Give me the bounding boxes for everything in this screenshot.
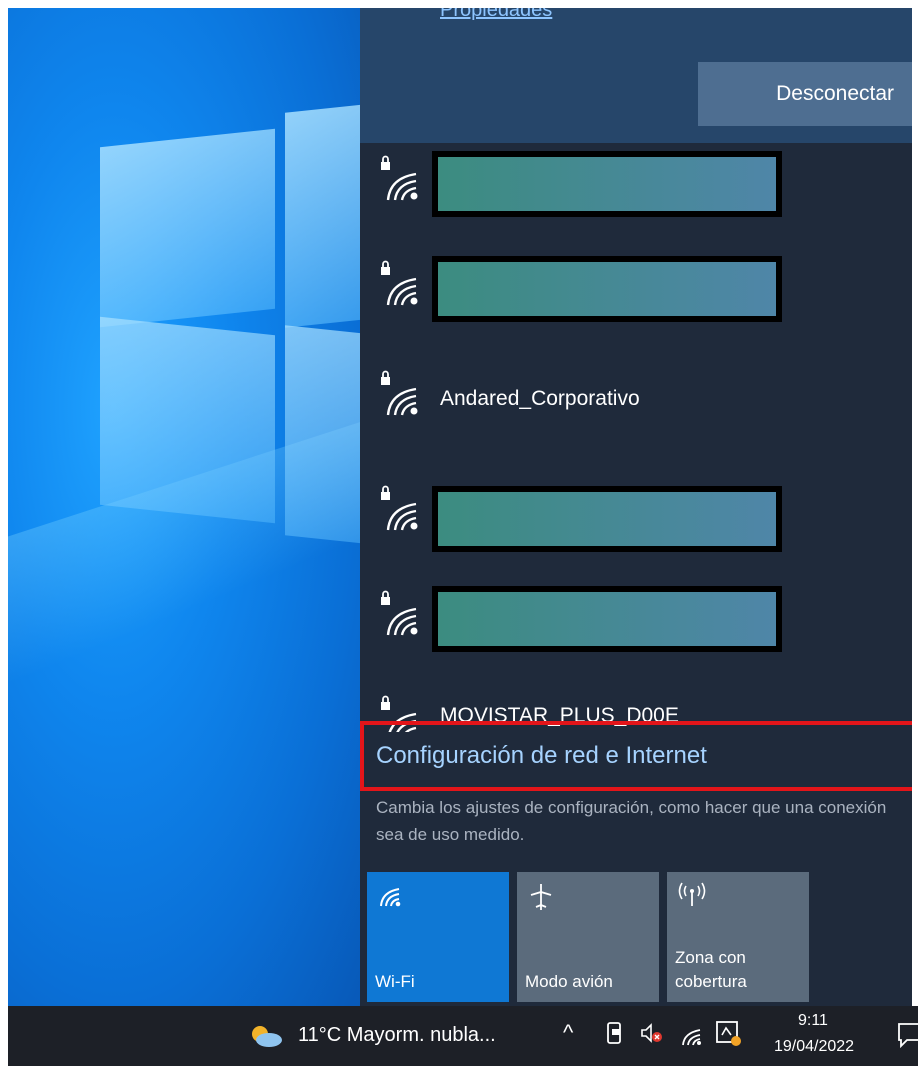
network-name: Andared_Corporativo [440, 387, 640, 410]
redacted-network-name [432, 486, 782, 552]
secured-wifi-icon [378, 259, 422, 307]
phone-link-icon[interactable] [606, 1021, 624, 1051]
wifi-icon [377, 882, 405, 913]
weather-widget[interactable]: 11°C Mayorm. nubla... [298, 1024, 496, 1047]
secured-wifi-icon [378, 154, 422, 202]
partly-cloudy-weather-icon[interactable] [248, 1024, 284, 1054]
wifi-toggle-tile[interactable]: Wi-Fi [367, 872, 509, 1002]
network-settings-label: Configuración de red e Internet [376, 742, 707, 769]
network-list-item[interactable] [360, 583, 912, 683]
desktop-wallpaper [8, 8, 360, 1006]
mobile-hotspot-tile[interactable]: Zona con cobertura [667, 872, 809, 1002]
redacted-network-name [432, 151, 782, 217]
settings-description: Cambia los ajustes de configuración, com… [376, 798, 887, 844]
wifi-status-icon[interactable] [680, 1024, 706, 1052]
action-center-icon[interactable] [897, 1022, 918, 1054]
hotspot-icon [677, 882, 707, 913]
clock-date[interactable]: 19/04/2022 [774, 1038, 854, 1056]
wifi-tile-label: Wi-Fi [375, 972, 415, 991]
network-flyout: Propiedades Desconectar Andared_Corporat… [360, 8, 912, 1006]
properties-link[interactable]: Propiedades [440, 8, 552, 22]
windows-logo-pane [285, 103, 360, 328]
secured-wifi-icon [378, 589, 422, 637]
show-hidden-icons-chevron-icon[interactable]: ^ [563, 1020, 573, 1046]
windows-logo-pane [100, 316, 275, 524]
network-list-item[interactable] [360, 478, 912, 578]
network-list-item[interactable] [360, 148, 912, 248]
volume-muted-icon[interactable] [640, 1022, 664, 1050]
airplane-mode-tile[interactable]: Modo avión [517, 872, 659, 1002]
clock-time[interactable]: 9:11 [798, 1012, 828, 1030]
airplane-tile-label: Modo avión [525, 972, 613, 991]
connected-network-panel: Propiedades Desconectar [360, 8, 912, 143]
network-list-item[interactable]: Andared_Corporativo [360, 363, 912, 463]
taskbar: 11°C Mayorm. nubla... ^ 9:11 19/04/2022 [8, 1006, 918, 1066]
redacted-network-name [432, 256, 782, 322]
windows-logo-pane [100, 128, 275, 328]
secured-wifi-icon [378, 484, 422, 532]
secured-wifi-icon [378, 369, 422, 417]
hotspot-tile-label: Zona con cobertura [675, 948, 747, 991]
airplane-icon [527, 882, 555, 917]
network-list-item[interactable] [360, 253, 912, 353]
windows-logo-pane [285, 325, 360, 545]
disconnect-button[interactable]: Desconectar [698, 62, 912, 126]
redacted-network-name [432, 586, 782, 652]
tray-app-icon[interactable] [715, 1020, 743, 1054]
network-settings-link[interactable]: Configuración de red e Internet [360, 721, 912, 791]
